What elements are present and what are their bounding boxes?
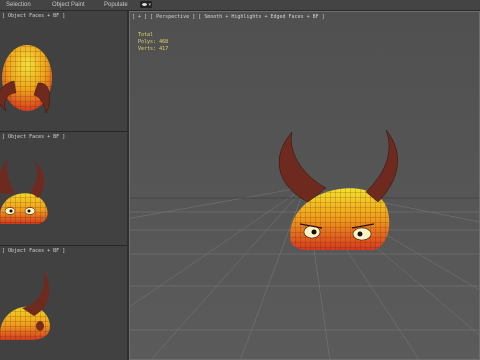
viewport-perspective[interactable]: [ + ] [ Perspective ] [ Smooth + Highlig… — [129, 11, 480, 360]
character-side-render — [0, 270, 50, 340]
dropdown-arrow-icon: ▾ — [148, 2, 151, 8]
ribbon-menu-bar: Selection Object Paint Populate ▾ — [0, 0, 480, 11]
menu-populate[interactable]: Populate — [104, 2, 128, 8]
character-front-render — [0, 160, 48, 224]
eye-icon — [142, 3, 147, 6]
viewport-mid-left[interactable]: ] Object Faces + BF ] — [0, 132, 127, 245]
stats-verts: Verts: 417 — [138, 46, 169, 52]
menu-object-paint[interactable]: Object Paint — [52, 2, 85, 8]
viewport-control-button[interactable]: ▾ — [140, 1, 152, 8]
viewport-top-left[interactable]: ] Object Faces + BF ] — [0, 11, 127, 131]
character-front-render — [0, 45, 52, 114]
viewport-label[interactable]: [ + ] [ Perspective ] [ Smooth + Highlig… — [132, 14, 325, 20]
viewport-bottom-left[interactable]: ] Object Faces + BF ] — [0, 246, 127, 360]
stats-total: Total — [138, 32, 154, 38]
menu-selection[interactable]: Selection — [6, 2, 31, 8]
stats-polys: Polys: 468 — [138, 39, 169, 45]
statistics-overlay: Total Polys: 468 Verts: 417 — [138, 32, 168, 53]
character-perspective-render — [278, 129, 398, 250]
